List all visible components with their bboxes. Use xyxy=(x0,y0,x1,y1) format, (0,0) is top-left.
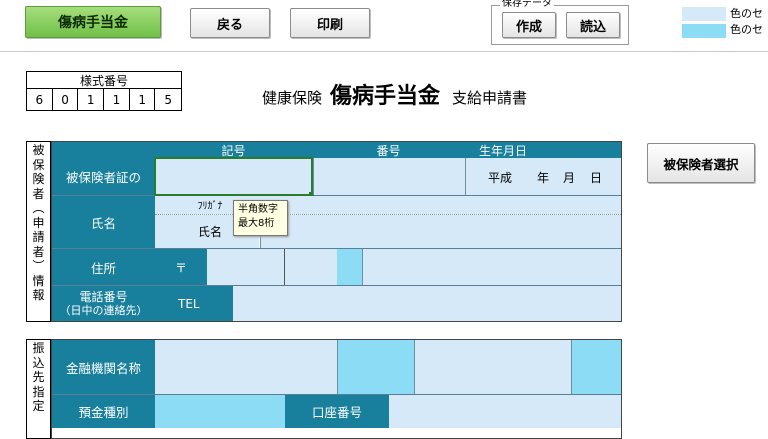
tooltip-line1: 半角数字 xyxy=(238,204,278,215)
vchar: ︵ xyxy=(32,201,45,215)
branch-type-select[interactable] xyxy=(571,340,621,394)
name-label: 氏名 xyxy=(90,215,116,231)
form-number-digit: 6 xyxy=(27,89,53,110)
phone-label: 電話番号 xyxy=(79,289,128,304)
vchar: 定 xyxy=(32,399,45,413)
legend-label-2: 色のセ xyxy=(730,23,763,36)
input-hint-tooltip: 半角数字 最大8桁 xyxy=(233,200,288,236)
furigana-label: ﾌﾘｶﾞﾅ xyxy=(197,200,223,212)
back-button[interactable]: 戻る xyxy=(190,8,270,38)
disability-allowance-button[interactable]: 傷病手当金 xyxy=(25,6,161,38)
bank-name-input[interactable] xyxy=(155,340,337,394)
bango-input[interactable] xyxy=(313,158,465,195)
vchar: 者 xyxy=(32,186,45,201)
vchar: 込 xyxy=(32,355,45,370)
vchar: 被 xyxy=(32,143,45,157)
postal-mark: 〒 xyxy=(174,260,187,275)
header-birthdate: 生年月日 xyxy=(479,143,528,158)
print-button[interactable]: 印刷 xyxy=(290,8,370,38)
form-title-prefix: 健康保険 xyxy=(262,89,323,107)
postal-code-1-input[interactable] xyxy=(207,249,285,285)
account-number-input[interactable] xyxy=(389,395,621,428)
vchar: 険 xyxy=(32,172,45,186)
legend-swatch-cyan xyxy=(682,24,726,38)
phone-label-cell: 電話番号 （日中の連絡先） xyxy=(52,286,155,321)
toolbar-divider xyxy=(0,51,768,52)
back-label: 戻る xyxy=(216,17,243,33)
name-sub-label: 氏名 xyxy=(197,224,222,239)
form-number-digit: 1 xyxy=(130,89,156,110)
vchar: 先 xyxy=(32,370,45,384)
birth-era: 平成 xyxy=(487,170,512,185)
vchar: 情 xyxy=(32,273,45,288)
form-title-suffix: 支給申請書 xyxy=(452,89,528,107)
select-insured-button[interactable]: 被保険者選択 xyxy=(647,143,755,183)
print-label: 印刷 xyxy=(316,17,343,33)
vchar: 者 xyxy=(32,244,45,259)
vchar: 保 xyxy=(32,157,45,172)
address-label: 住所 xyxy=(90,260,116,276)
form-title-main: 傷病手当金 xyxy=(330,84,441,109)
disability-allowance-label: 傷病手当金 xyxy=(58,15,128,31)
create-button[interactable]: 作成 xyxy=(502,12,556,38)
birth-year-unit: 年 xyxy=(536,170,549,185)
furigana-input[interactable] xyxy=(259,196,621,214)
kigo-input[interactable] xyxy=(154,157,313,196)
card-label: 被保険者証の xyxy=(65,170,141,185)
load-label: 読込 xyxy=(579,19,606,35)
postal-separator-cell xyxy=(337,249,363,285)
form-number-digit: 0 xyxy=(53,89,79,110)
save-data-group-label: 保存データ xyxy=(500,0,554,10)
form-number-table: 様式番号 6 0 1 1 1 5 xyxy=(26,71,182,111)
form-title: 健康保険 傷病手当金 支給申請書 xyxy=(262,78,528,109)
address-input[interactable] xyxy=(363,249,621,285)
vchar: 報 xyxy=(32,288,45,302)
select-insured-label: 被保険者選択 xyxy=(663,156,739,172)
form-number-digit: 1 xyxy=(104,89,130,110)
birth-day-unit: 日 xyxy=(589,170,602,185)
deposit-type-label: 預金種別 xyxy=(78,405,129,420)
form-number-label: 様式番号 xyxy=(27,72,181,89)
legend-label-1: 色のセ xyxy=(730,7,763,20)
header-kigo: 記号 xyxy=(221,143,246,158)
tel-label: TEL xyxy=(178,296,200,311)
account-number-label: 口座番号 xyxy=(311,405,362,420)
name-input[interactable] xyxy=(260,215,621,248)
header-bango: 番号 xyxy=(376,143,401,158)
phone-input[interactable] xyxy=(233,286,621,321)
form-number-digit: 1 xyxy=(78,89,105,110)
legend-swatch-pale xyxy=(682,7,726,21)
postal-code-2-input[interactable] xyxy=(285,249,337,285)
birth-month-unit: 月 xyxy=(562,170,575,185)
load-button[interactable]: 読込 xyxy=(566,12,620,38)
phone-sub-label: （日中の連絡先） xyxy=(59,303,148,317)
deposit-type-select[interactable] xyxy=(155,395,285,428)
bank-type-select[interactable] xyxy=(337,340,415,394)
vchar: 申 xyxy=(32,215,45,230)
bank-section-label: 振 込 先 指 定 xyxy=(26,339,51,439)
vchar: 振 xyxy=(32,341,45,355)
bank-name-label: 金融機関名称 xyxy=(65,360,141,376)
vchar: 請 xyxy=(32,230,45,244)
branch-name-input[interactable] xyxy=(415,340,571,394)
form-number-digit: 5 xyxy=(164,92,173,107)
tooltip-line2: 最大8桁 xyxy=(238,218,275,229)
insured-section-label: 被 保 険 者 ︵ 申 請 者 ︶ 情 報 xyxy=(26,141,51,322)
vchar: ︶ xyxy=(32,259,45,273)
vchar: 指 xyxy=(32,384,45,399)
create-label: 作成 xyxy=(515,19,542,35)
